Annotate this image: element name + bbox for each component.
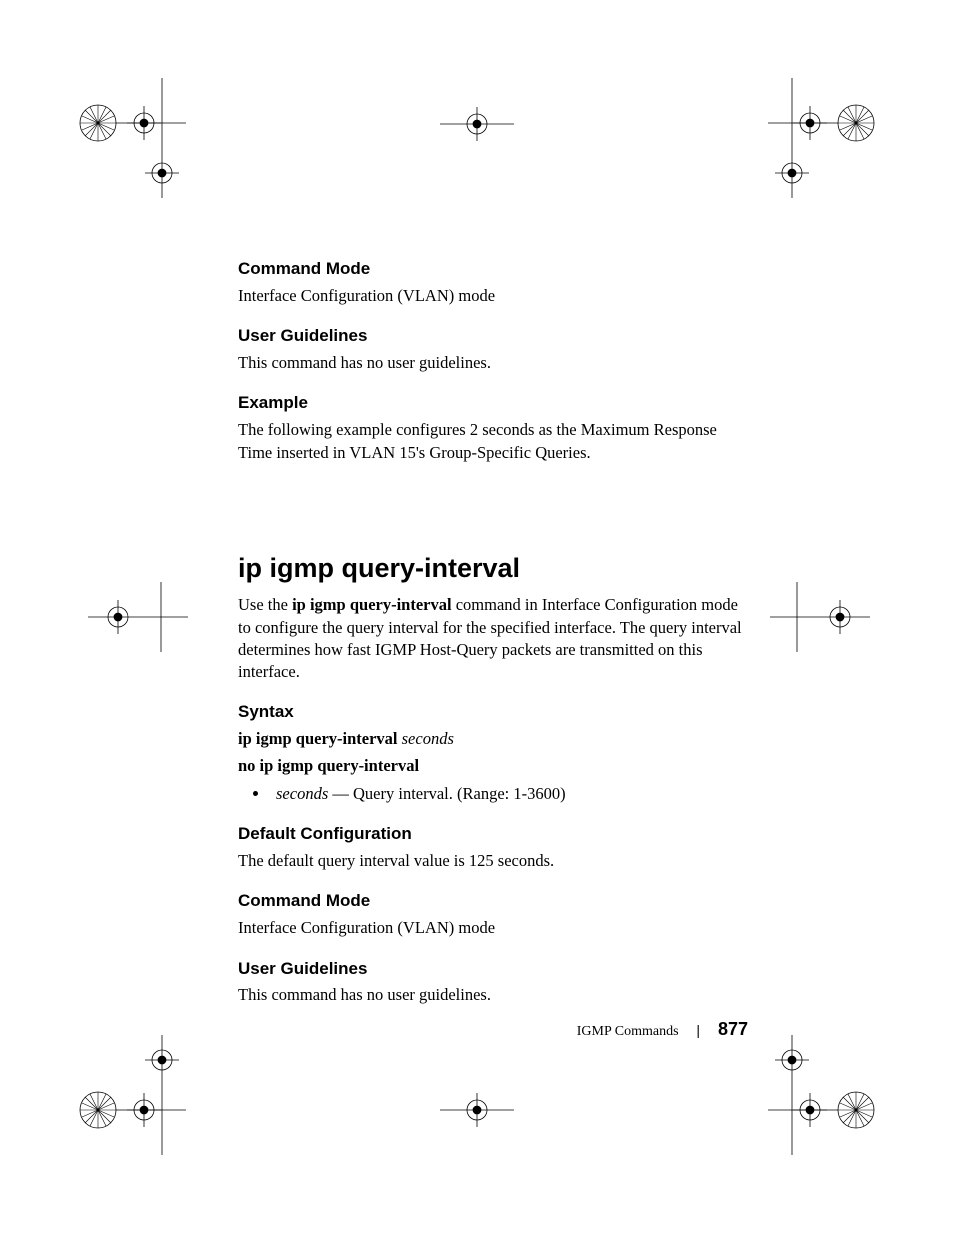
bullet-rest: — Query interval. (Range: 1-3600) bbox=[328, 784, 565, 803]
intro-pre: Use the bbox=[238, 595, 292, 614]
text-command-intro: Use the ip igmp query-interval command i… bbox=[238, 594, 748, 683]
text-user-guidelines-2: This command has no user guidelines. bbox=[238, 984, 748, 1006]
heading-default-config: Default Configuration bbox=[238, 823, 748, 846]
footer-separator: | bbox=[696, 1021, 700, 1040]
syntax-bullet-1: seconds — Query interval. (Range: 1-3600… bbox=[270, 783, 748, 805]
text-command-mode-2: Interface Configuration (VLAN) mode bbox=[238, 917, 748, 939]
heading-example: Example bbox=[238, 392, 748, 415]
syntax1-ital: seconds bbox=[402, 729, 454, 748]
page-content: Command Mode Interface Configuration (VL… bbox=[238, 258, 748, 1025]
syntax1-bold: ip igmp query-interval bbox=[238, 729, 402, 748]
spacer bbox=[238, 482, 748, 550]
text-default-config: The default query interval value is 125 … bbox=[238, 850, 748, 872]
page-footer: IGMP Commands | 877 bbox=[238, 1017, 748, 1042]
cropmark-bottom-left bbox=[76, 1035, 186, 1155]
heading-syntax: Syntax bbox=[238, 701, 748, 724]
intro-bold: ip igmp query-interval bbox=[292, 595, 452, 614]
bullet-ital: seconds bbox=[276, 784, 328, 803]
syntax-line-2: no ip igmp query-interval bbox=[238, 755, 748, 777]
cropmark-bottom-center bbox=[440, 1086, 514, 1134]
heading-command-mode-2: Command Mode bbox=[238, 890, 748, 913]
heading-user-guidelines-1: User Guidelines bbox=[238, 325, 748, 348]
cropmark-top-center bbox=[440, 100, 514, 148]
cropmark-top-right bbox=[768, 78, 878, 198]
text-command-mode-1: Interface Configuration (VLAN) mode bbox=[238, 285, 748, 307]
heading-user-guidelines-2: User Guidelines bbox=[238, 958, 748, 981]
cropmark-left-middle bbox=[88, 582, 188, 652]
heading-command-mode-1: Command Mode bbox=[238, 258, 748, 281]
heading-command-title: ip igmp query-interval bbox=[238, 550, 748, 586]
cropmark-bottom-right bbox=[768, 1035, 878, 1155]
text-example: The following example configures 2 secon… bbox=[238, 419, 748, 464]
syntax-line-1: ip igmp query-interval seconds bbox=[238, 728, 748, 750]
footer-page-number: 877 bbox=[718, 1019, 748, 1039]
page: Command Mode Interface Configuration (VL… bbox=[0, 0, 954, 1235]
cropmark-top-left bbox=[76, 78, 186, 198]
text-user-guidelines-1: This command has no user guidelines. bbox=[238, 352, 748, 374]
syntax-bullets: seconds — Query interval. (Range: 1-3600… bbox=[238, 783, 748, 805]
cropmark-right-middle bbox=[770, 582, 870, 652]
footer-chapter: IGMP Commands bbox=[577, 1024, 679, 1039]
